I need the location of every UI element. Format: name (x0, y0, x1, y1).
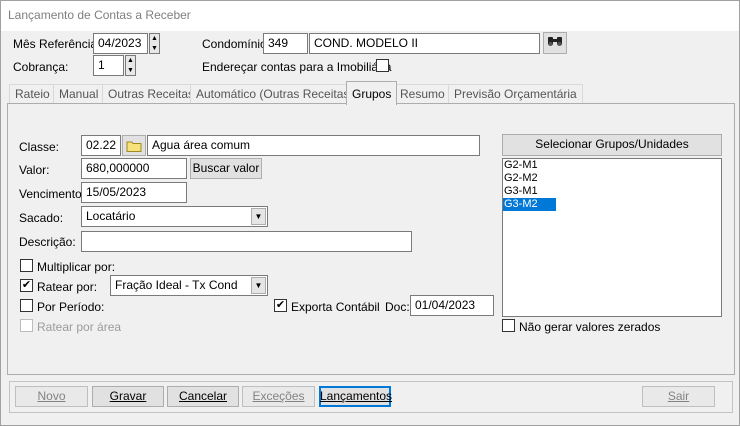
cobranca-spinner[interactable]: ▲ ▼ (125, 55, 136, 76)
spin-up-icon[interactable]: ▲ (151, 34, 158, 43)
vencimento-input[interactable]: 15/05/2023 (81, 182, 187, 203)
mes-referencia-spinner[interactable]: ▲ ▼ (149, 33, 160, 54)
groups-listbox[interactable]: G2-M1 G2-M2 G3-M1 G3-M2 (502, 158, 722, 317)
tab-rateio[interactable]: Rateio (9, 84, 56, 103)
novo-button[interactable]: Novo (15, 386, 88, 407)
condominio-label: Condomínio: (202, 37, 271, 51)
sacado-selected-value: Locatário (86, 209, 136, 223)
list-item[interactable]: G2-M1 (503, 159, 721, 172)
list-item[interactable]: G2-M2 (503, 172, 721, 185)
ratear-area-label: Ratear por área (37, 320, 122, 334)
lancamentos-button[interactable]: Lançamentos (319, 386, 393, 407)
valor-input[interactable]: 680,000000 (81, 158, 187, 179)
tab-previsao-orcamentaria[interactable]: Previsão Orçamentária (448, 84, 583, 103)
tab-manual[interactable]: Manual (53, 84, 105, 103)
sair-label: Sair (667, 389, 690, 403)
folder-icon (126, 141, 142, 152)
window-title: Lançamento de Contas a Receber (1, 1, 739, 31)
descricao-label: Descrição: (19, 235, 76, 249)
selecionar-grupos-button[interactable]: Selecionar Grupos/Unidades (502, 134, 722, 156)
doc-label: Doc: (385, 300, 410, 314)
tab-automatico[interactable]: Automático (Outras Receitas) (190, 84, 360, 103)
binoculars-search-button[interactable] (543, 32, 567, 54)
exporta-contabil-checkbox[interactable]: ✔ (274, 299, 287, 312)
mes-referencia-input[interactable]: 04/2023 (93, 33, 148, 54)
list-item-selected[interactable]: G3-M2 (503, 198, 556, 211)
cobranca-input[interactable]: 1 (93, 55, 124, 76)
tab-grupos[interactable]: Grupos (346, 81, 398, 105)
spin-down-icon[interactable]: ▼ (127, 66, 134, 75)
multiplicar-checkbox[interactable] (20, 259, 33, 272)
novo-label: Novo (37, 389, 66, 403)
list-item[interactable]: G3-M1 (503, 185, 721, 198)
tab-resumo[interactable]: Resumo (394, 84, 451, 103)
cobranca-label: Cobrança: (13, 60, 69, 74)
exporta-contabil-label: Exporta Contábil (291, 300, 380, 314)
enderecar-checkbox[interactable] (376, 59, 389, 72)
excecoes-button[interactable]: Exceções (242, 386, 315, 407)
sair-button[interactable]: Sair (642, 386, 715, 407)
multiplicar-label: Multiplicar por: (37, 260, 116, 274)
ratear-label: Ratear por: (37, 280, 98, 294)
mes-referencia-label: Mês Referência: (13, 37, 101, 51)
gravar-button[interactable]: Gravar (92, 386, 164, 407)
classe-label: Classe: (19, 140, 60, 154)
cancelar-button[interactable]: Cancelar (167, 386, 239, 407)
sacado-select[interactable]: Locatário ▼ (81, 206, 268, 227)
sacado-label: Sacado: (19, 211, 64, 225)
main-window: Lançamento de Contas a Receber Mês Refer… (0, 0, 740, 426)
tab-outras-receitas[interactable]: Outras Receitas (102, 84, 201, 103)
ratear-select[interactable]: Fração Ideal - Tx Cond ▼ (110, 275, 268, 296)
ratear-area-checkbox[interactable] (20, 319, 33, 332)
enderecar-label: Endereçar contas para a Imobiliária (202, 60, 392, 74)
spin-down-icon[interactable]: ▼ (151, 44, 158, 53)
ratear-checkbox[interactable]: ✔ (20, 279, 33, 292)
spin-up-icon[interactable]: ▲ (127, 56, 134, 65)
vencimento-label: Vencimento: (19, 187, 86, 201)
excecoes-label: Exceções (252, 389, 305, 403)
classe-description-field: Agua área comum (147, 135, 480, 156)
nao-gerar-label: Não gerar valores zerados (519, 320, 661, 334)
chevron-down-icon[interactable]: ▼ (251, 277, 266, 294)
classe-folder-button[interactable] (122, 135, 146, 156)
binoculars-icon (548, 37, 562, 46)
por-periodo-label: Por Período: (37, 300, 105, 314)
condominio-code-input[interactable]: 349 (263, 33, 308, 54)
por-periodo-checkbox[interactable] (20, 299, 33, 312)
descricao-input[interactable] (81, 231, 412, 252)
gravar-label: Gravar (109, 389, 147, 403)
condominio-name-field: COND. MODELO II (309, 33, 540, 54)
nao-gerar-checkbox[interactable] (502, 319, 515, 332)
valor-label: Valor: (19, 163, 50, 177)
classe-code-input[interactable]: 02.22 (81, 135, 121, 156)
chevron-down-icon[interactable]: ▼ (251, 208, 266, 225)
ratear-selected-value: Fração Ideal - Tx Cond (115, 278, 238, 292)
buscar-valor-button[interactable]: Buscar valor (190, 158, 262, 179)
doc-input[interactable]: 01/04/2023 (410, 295, 494, 316)
cancelar-label: Cancelar (178, 389, 228, 403)
lancamentos-label: Lançamentos (320, 389, 393, 403)
